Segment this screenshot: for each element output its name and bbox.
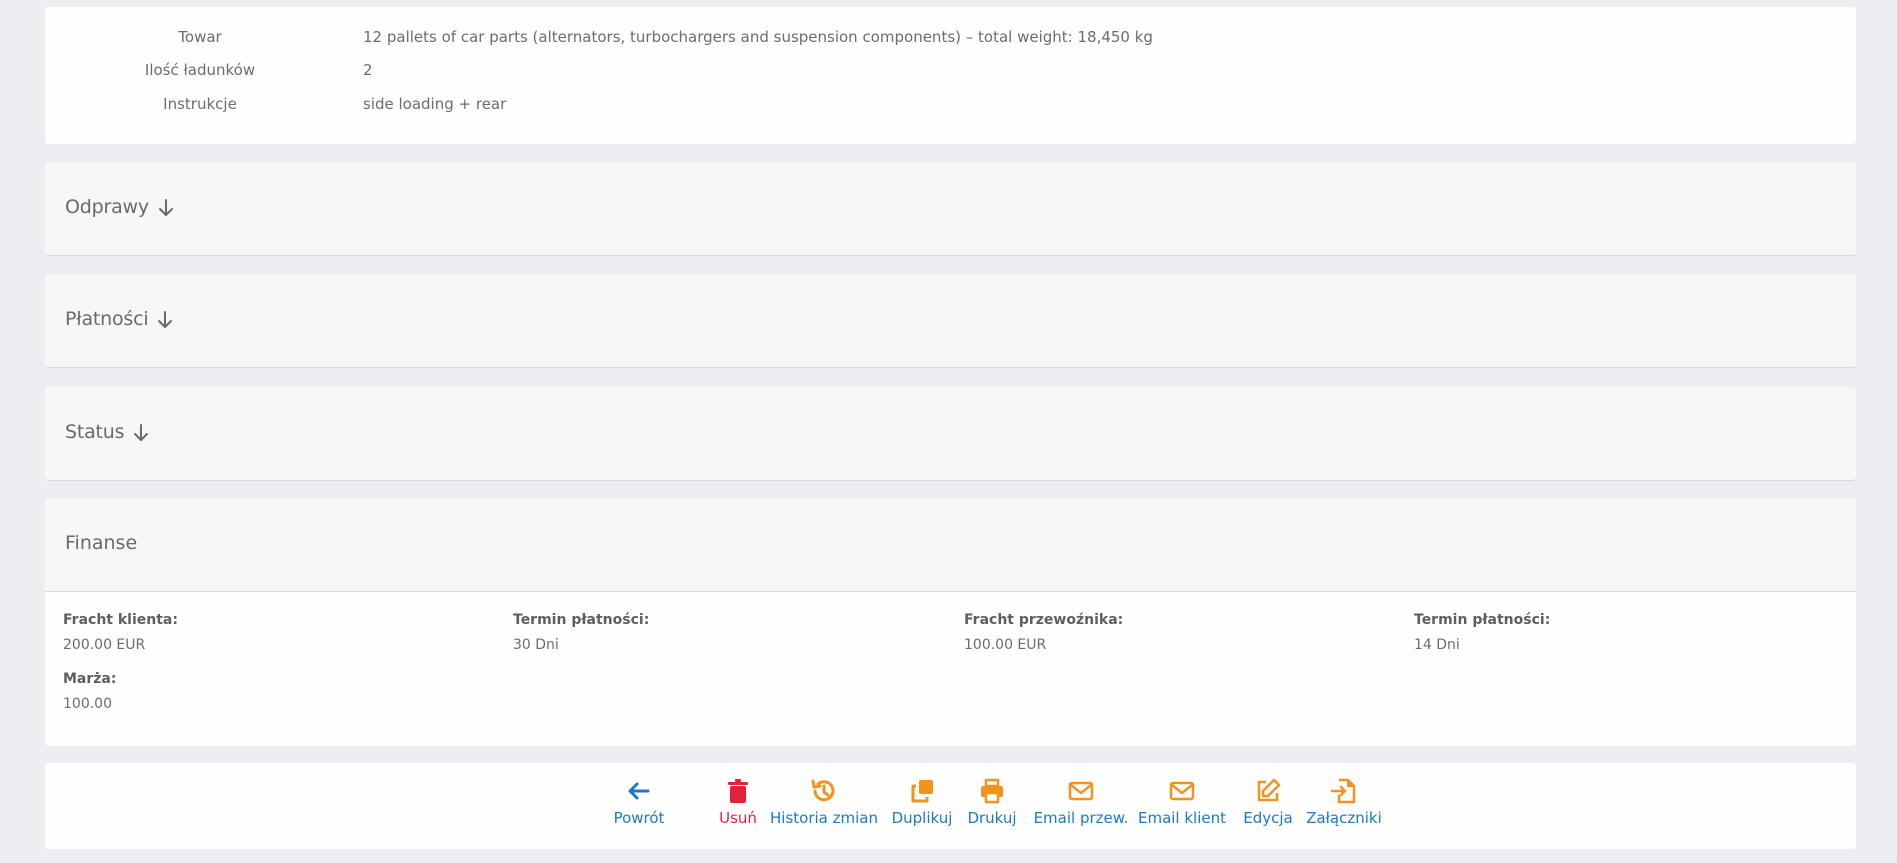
copy-icon — [911, 780, 933, 803]
edycja-label: Edycja — [1243, 809, 1293, 827]
file-import-icon — [1330, 778, 1356, 804]
email-przew-label: Email przew. — [1033, 809, 1129, 827]
fracht-klienta: Fracht klienta: 200.00 EUR — [63, 612, 178, 653]
finanse-card: Finanse Fracht klienta: 200.00 EUR Termi… — [45, 498, 1856, 746]
edit-icon — [1257, 778, 1281, 802]
arrow-down-icon — [134, 423, 149, 441]
drukuj-button[interactable]: Drukuj — [952, 777, 1032, 833]
fracht-klienta-value: 200.00 EUR — [63, 637, 146, 653]
cargo-details-card: Towar 12 pallets of car parts (alternato… — [45, 7, 1856, 144]
termin-platnosci-przewoznika: Termin płatności: 14 Dni — [1414, 612, 1550, 653]
envelope-icon — [1068, 781, 1094, 801]
termin-klienta-label: Termin płatności: — [513, 612, 650, 628]
detail-label: Ilość ładunków — [144, 61, 256, 79]
section-title-status[interactable]: Status — [65, 421, 150, 443]
termin-klienta-value: 30 Dni — [513, 637, 559, 653]
section-title-text: Status — [65, 421, 125, 443]
section-title-odprawy[interactable]: Odprawy — [65, 196, 175, 218]
section-platnosci[interactable]: Płatności — [45, 274, 1856, 368]
termin-przewoznika-value: 14 Dni — [1414, 637, 1460, 653]
finanse-title: Finanse — [65, 532, 138, 554]
detail-value: 12 pallets of car parts (alternators, tu… — [363, 28, 1153, 46]
historia-zmian-label: Historia zmian — [770, 809, 878, 827]
envelope-icon — [1169, 781, 1195, 801]
action-toolbar: Powrót Usuń Historia zmian Duplikuj Druk… — [45, 763, 1856, 849]
drukuj-label: Drukuj — [967, 809, 1017, 827]
arrow-left-icon — [628, 782, 650, 800]
termin-platnosci-klienta: Termin płatności: 30 Dni — [513, 612, 649, 653]
termin-przewoznika-label: Termin płatności: — [1414, 612, 1551, 628]
email-przew-button[interactable]: Email przew. — [1027, 777, 1135, 833]
email-klient-label: Email klient — [1137, 809, 1227, 827]
email-klient-button[interactable]: Email klient — [1132, 777, 1232, 833]
detail-label: Instrukcje — [163, 95, 237, 113]
marza: Marża: 100.00 — [63, 671, 116, 712]
history-icon — [811, 779, 835, 802]
marza-label: Marża: — [63, 671, 117, 687]
powrot-label: Powrót — [613, 809, 665, 827]
fracht-przewoznika-value: 100.00 EUR — [964, 637, 1047, 653]
marza-value: 100.00 — [63, 696, 112, 712]
printer-icon — [981, 778, 1003, 804]
section-odprawy[interactable]: Odprawy — [45, 162, 1856, 256]
fracht-klienta-label: Fracht klienta: — [63, 612, 178, 628]
arrow-down-icon — [158, 310, 173, 328]
edycja-button[interactable]: Edycja — [1233, 777, 1303, 833]
zalaczniki-button[interactable]: Załączniki — [1296, 777, 1392, 833]
arrow-down-icon — [158, 198, 173, 216]
section-title-text: Odprawy — [65, 196, 149, 218]
duplikuj-label: Duplikuj — [891, 809, 953, 827]
detail-label: Towar — [178, 28, 222, 46]
detail-value: side loading + rear — [363, 95, 507, 113]
detail-value: 2 — [363, 61, 373, 79]
fracht-przewoznika: Fracht przewoźnika: 100.00 EUR — [964, 612, 1123, 653]
finanse-header: Finanse — [45, 498, 1856, 592]
section-status[interactable]: Status — [45, 387, 1856, 481]
section-title-platnosci[interactable]: Płatności — [65, 308, 174, 330]
fracht-przewoznika-label: Fracht przewoźnika: — [964, 612, 1124, 628]
zalaczniki-label: Załączniki — [1306, 809, 1382, 827]
section-title-text: Płatności — [65, 308, 149, 330]
